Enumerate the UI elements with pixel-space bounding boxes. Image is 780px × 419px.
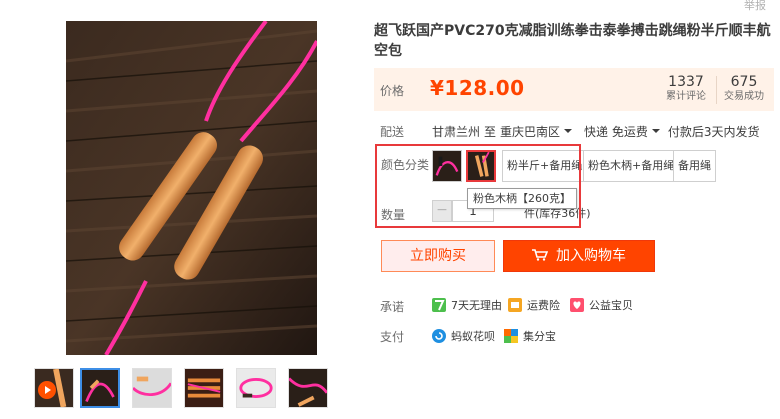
sales-stat: 675 交易成功 [724, 74, 764, 104]
price-label: 价格 [380, 84, 405, 98]
reviews-count: 1337 [668, 74, 704, 90]
payment-jifenbao-label: 集分宝 [523, 330, 556, 343]
promise-charity-label: 公益宝贝 [589, 299, 633, 312]
thumbnail-strip [34, 368, 334, 412]
promise-7day-return[interactable]: 7天无理由 [432, 297, 502, 313]
main-product-image [66, 21, 317, 355]
payment-huabei-label: 蚂蚁花呗 [451, 330, 495, 343]
thumbnail-video[interactable] [34, 368, 74, 408]
shipping-method[interactable]: 快递 免运费 [584, 123, 648, 140]
add-to-cart-button[interactable]: 加入购物车 [503, 240, 655, 272]
promise-shipping-insurance[interactable]: 运费险 [508, 297, 560, 313]
thumbnail-1[interactable] [80, 368, 120, 408]
play-icon [38, 381, 56, 399]
sales-count: 675 [730, 74, 758, 90]
buy-now-button[interactable]: 立即购买 [381, 240, 495, 272]
chevron-down-icon[interactable] [564, 129, 573, 133]
thumbnail-2[interactable] [132, 368, 172, 408]
thumbnail-3[interactable] [184, 368, 224, 408]
thumbnail-5[interactable] [288, 368, 328, 408]
huabei-icon [432, 329, 446, 343]
payment-huabei[interactable]: 蚂蚁花呗 [432, 328, 495, 344]
option-spare-rope[interactable]: 备用绳 [673, 150, 716, 182]
sales-label: 交易成功 [724, 91, 764, 102]
promise-label: 承诺 [380, 300, 405, 314]
delivery-to-word: 至 [484, 125, 497, 139]
shipping-promise: 付款后3天内发货 [667, 125, 760, 139]
price-value: ¥128.00 [430, 76, 525, 100]
payment-label: 支付 [380, 330, 405, 344]
delivery-origin: 甘肃兰州 [432, 125, 481, 139]
reviews-label: 累计评论 [666, 91, 706, 102]
add-to-cart-label: 加入购物车 [556, 248, 626, 264]
charity-heart-icon [570, 298, 584, 312]
jifenbao-icon [504, 329, 518, 343]
promise-charity[interactable]: 公益宝贝 [570, 297, 633, 313]
report-link[interactable]: 举报 [744, 0, 766, 13]
price-panel: 价格 ¥128.00 1337 累计评论 675 交易成功 [374, 68, 774, 111]
shipping-insurance-icon [508, 298, 522, 312]
seven-day-return-icon [432, 298, 446, 312]
payment-jifenbao[interactable]: 集分宝 [504, 328, 556, 344]
reviews-stat[interactable]: 1337 累计评论 [666, 74, 706, 104]
chevron-down-icon[interactable] [651, 129, 660, 133]
promise-7day-label: 7天无理由 [451, 299, 502, 312]
thumbnail-4[interactable] [236, 368, 276, 408]
product-title: 超飞跃国产PVC270克减脂训练拳击泰拳搏击跳绳粉半斤顺丰航空包 [374, 23, 771, 59]
cart-icon [532, 249, 548, 261]
delivery-destination[interactable]: 重庆巴南区 [500, 123, 560, 140]
selection-highlight-box [375, 144, 581, 228]
stat-divider [716, 76, 717, 104]
promise-insurance-label: 运费险 [527, 299, 560, 312]
option-pink-wood-spare[interactable]: 粉色木柄+备用绳 [583, 150, 680, 182]
delivery-label: 配送 [380, 125, 405, 139]
delivery-row: 配送 甘肃兰州 至 重庆巴南区 快递 免运费 付款后3天内发货 [380, 123, 760, 140]
